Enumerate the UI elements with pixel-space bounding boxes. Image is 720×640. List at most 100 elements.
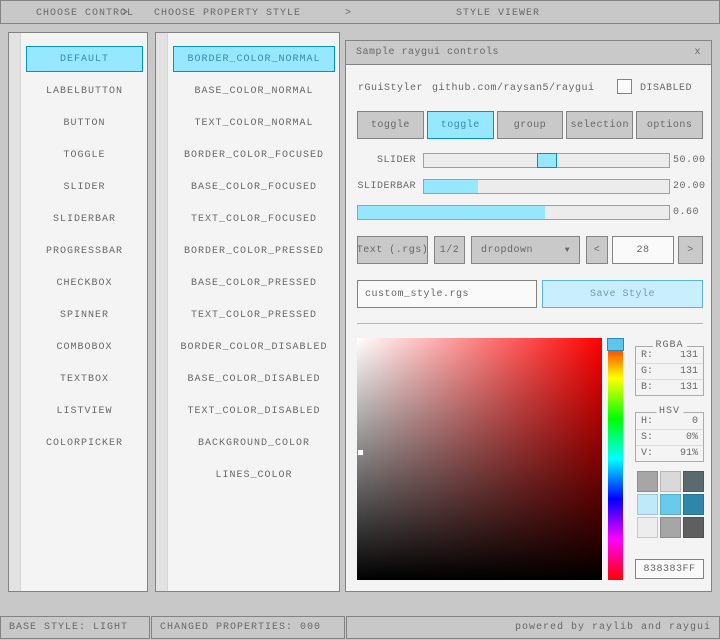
sliderbar-fill — [424, 180, 478, 193]
spinner-value-box[interactable]: 28 — [612, 236, 674, 264]
slider-label: SLIDER — [346, 153, 416, 168]
color-swatch[interactable] — [683, 471, 704, 492]
sliderbar-track[interactable] — [423, 179, 670, 194]
half-button[interactable]: 1/2 — [434, 236, 465, 264]
breadcrumb: CHOOSE CONTROL > CHOOSE PROPERTY STYLE >… — [0, 0, 720, 24]
color-swatch[interactable] — [637, 471, 658, 492]
statusbar-credits: powered by raylib and raygui — [346, 616, 720, 639]
control-item-labelbutton[interactable]: LABELBUTTON — [26, 78, 143, 104]
rgba-r-value: 131 — [680, 350, 698, 361]
rgba-groupbox: RGBA R: 131 G: 131 B: 131 — [635, 346, 704, 396]
controls-list: DEFAULT LABELBUTTON BUTTON TOGGLE SLIDER… — [26, 46, 143, 462]
hsv-row-s: S: 0% — [636, 429, 703, 445]
rgba-title: RGBA — [652, 340, 686, 351]
control-item-colorpicker[interactable]: COLORPICKER — [26, 430, 143, 456]
toggle-button-4[interactable]: selection — [566, 111, 633, 139]
properties-list-panel: BORDER_COLOR_NORMAL BASE_COLOR_NORMAL TE… — [155, 32, 340, 592]
slider-handle[interactable] — [537, 153, 557, 168]
control-item-spinner[interactable]: SPINNER — [26, 302, 143, 328]
dropdown-label: dropdown — [481, 245, 533, 256]
property-item-border-color-focused[interactable]: BORDER_COLOR_FOCUSED — [173, 142, 335, 168]
spinner-increment-button[interactable]: > — [678, 236, 703, 264]
toggle-button-5[interactable]: options — [636, 111, 703, 139]
control-item-toggle[interactable]: TOGGLE — [26, 142, 143, 168]
hue-bar[interactable] — [608, 338, 623, 580]
property-item-lines-color[interactable]: LINES_COLOR — [173, 462, 335, 488]
property-item-border-color-normal[interactable]: BORDER_COLOR_NORMAL — [173, 46, 335, 72]
control-item-slider[interactable]: SLIDER — [26, 174, 143, 200]
style-color-grid — [637, 471, 704, 538]
rgba-b-label: B: — [641, 382, 653, 393]
color-swatch[interactable] — [683, 494, 704, 515]
hue-selector[interactable] — [607, 338, 624, 351]
control-item-progressbar[interactable]: PROGRESSBAR — [26, 238, 143, 264]
property-item-border-color-disabled[interactable]: BORDER_COLOR_DISABLED — [173, 334, 335, 360]
rgba-g-label: G: — [641, 366, 653, 377]
color-swatch[interactable] — [660, 471, 681, 492]
sliderbar-label: SLIDERBAR — [346, 179, 416, 194]
window-titlebar[interactable]: Sample raygui controls x — [346, 41, 711, 65]
sample-controls-window: Sample raygui controls x rGuiStyler gith… — [345, 40, 712, 592]
property-item-border-color-pressed[interactable]: BORDER_COLOR_PRESSED — [173, 238, 335, 264]
property-item-text-color-disabled[interactable]: TEXT_COLOR_DISABLED — [173, 398, 335, 424]
dropdown[interactable]: dropdown ▼ — [471, 236, 580, 264]
hsv-row-v: V: 91% — [636, 445, 703, 461]
controls-scrollbar[interactable] — [9, 33, 21, 591]
toggle-button-2[interactable]: toggle — [427, 111, 494, 139]
control-item-sliderbar[interactable]: SLIDERBAR — [26, 206, 143, 232]
property-item-text-color-normal[interactable]: TEXT_COLOR_NORMAL — [173, 110, 335, 136]
progressbar-value: 0.60 — [673, 205, 699, 220]
close-icon[interactable]: x — [694, 47, 701, 58]
progressbar-fill — [358, 206, 545, 219]
property-item-text-color-focused[interactable]: TEXT_COLOR_FOCUSED — [173, 206, 335, 232]
control-item-button[interactable]: BUTTON — [26, 110, 143, 136]
control-item-checkbox[interactable]: CHECKBOX — [26, 270, 143, 296]
properties-scrollbar[interactable] — [156, 33, 168, 591]
spinner-decrement-button[interactable]: < — [586, 236, 608, 264]
control-item-combobox[interactable]: COMBOBOX — [26, 334, 143, 360]
toggle-button-1[interactable]: toggle — [357, 111, 424, 139]
rgba-row-b: B: 131 — [636, 379, 703, 395]
slider-track[interactable] — [423, 153, 670, 168]
disabled-checkbox[interactable] — [617, 79, 632, 94]
hsv-h-label: H: — [641, 416, 653, 427]
hsv-v-value: 91% — [680, 448, 698, 459]
control-item-textbox[interactable]: TEXTBOX — [26, 366, 143, 392]
hsv-s-value: 0% — [686, 432, 698, 443]
property-item-text-color-pressed[interactable]: TEXT_COLOR_PRESSED — [173, 302, 335, 328]
filename-input[interactable]: custom_style.rgs — [357, 280, 537, 308]
sv-marker[interactable] — [357, 449, 364, 456]
styler-label: rGuiStyler — [358, 81, 423, 96]
property-item-base-color-normal[interactable]: BASE_COLOR_NORMAL — [173, 78, 335, 104]
color-swatch[interactable] — [660, 517, 681, 538]
control-item-listview[interactable]: LISTVIEW — [26, 398, 143, 424]
hsv-title: HSV — [656, 406, 683, 417]
property-item-base-color-disabled[interactable]: BASE_COLOR_DISABLED — [173, 366, 335, 392]
rgba-b-value: 131 — [680, 382, 698, 393]
chevron-right-icon: > — [122, 8, 128, 19]
controls-list-panel: DEFAULT LABELBUTTON BUTTON TOGGLE SLIDER… — [8, 32, 148, 592]
color-swatch[interactable] — [637, 494, 658, 515]
rgba-row-g: G: 131 — [636, 363, 703, 379]
disabled-label: DISABLED — [640, 81, 692, 96]
hex-color-input[interactable]: 838383FF — [635, 559, 704, 579]
step-choose-property-style: CHOOSE PROPERTY STYLE — [154, 8, 301, 19]
hsv-v-label: V: — [641, 448, 653, 459]
text-rgs-button[interactable]: Text (.rgs) — [357, 236, 428, 264]
toggle-button-3[interactable]: group — [497, 111, 564, 139]
chevron-down-icon: ▼ — [565, 246, 570, 255]
property-item-base-color-focused[interactable]: BASE_COLOR_FOCUSED — [173, 174, 335, 200]
control-item-default[interactable]: DEFAULT — [26, 46, 143, 72]
progressbar-track — [357, 205, 670, 220]
repo-link[interactable]: github.com/raysan5/raygui — [432, 81, 595, 96]
statusbar-changed-properties: CHANGED PROPERTIES: 000 — [151, 616, 345, 639]
property-item-background-color[interactable]: BACKGROUND_COLOR — [173, 430, 335, 456]
color-picker-area[interactable] — [357, 338, 602, 580]
properties-list: BORDER_COLOR_NORMAL BASE_COLOR_NORMAL TE… — [173, 46, 335, 494]
chevron-right-icon: > — [345, 8, 351, 19]
color-swatch[interactable] — [683, 517, 704, 538]
property-item-base-color-pressed[interactable]: BASE_COLOR_PRESSED — [173, 270, 335, 296]
color-swatch[interactable] — [660, 494, 681, 515]
save-style-button[interactable]: Save Style — [542, 280, 703, 308]
color-swatch[interactable] — [637, 517, 658, 538]
